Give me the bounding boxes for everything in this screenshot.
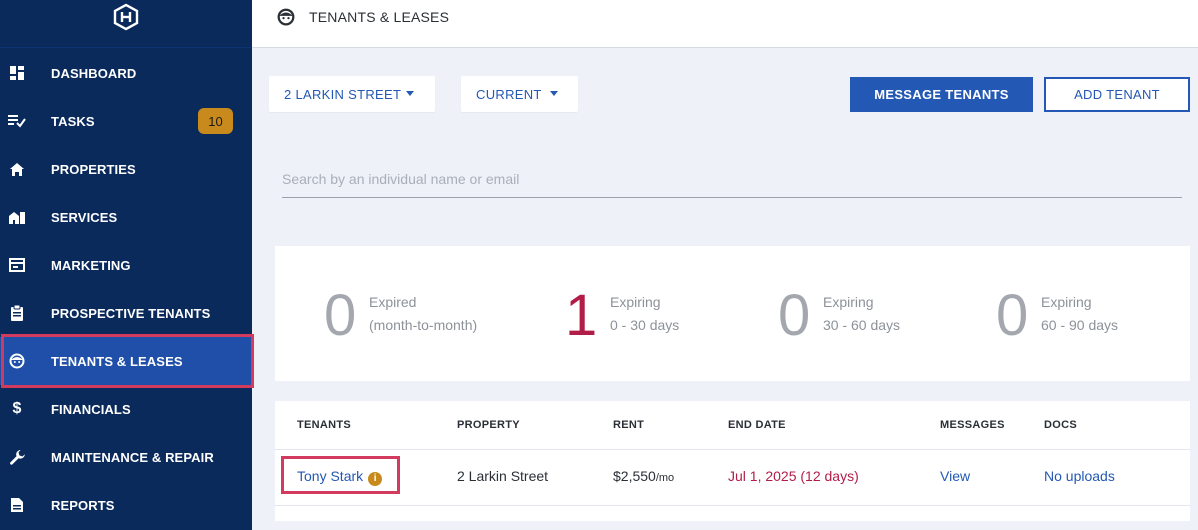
dollar-icon: $ (12, 400, 22, 417)
stat-sublabel: (month-to-month) (369, 317, 478, 333)
tasks-count-badge: 10 (198, 108, 233, 134)
add-tenant-button[interactable]: ADD TENANT (1044, 77, 1190, 112)
property-filter-dropdown[interactable]: 2 LARKIN STREET (269, 76, 435, 112)
sidebar-item-marketing[interactable]: MARKETING (0, 241, 252, 289)
message-tenants-button[interactable]: MESSAGE TENANTS (850, 77, 1033, 112)
marketing-icon (8, 256, 26, 274)
property-cell: 2 Larkin Street (457, 468, 549, 484)
chevron-down-icon (550, 91, 558, 96)
stat-label: Expiring (1041, 294, 1092, 310)
stat-sublabel: 60 - 90 days (1041, 317, 1119, 333)
sidebar-item-label: SERVICES (51, 209, 118, 225)
lease-stats-card: 0 Expired (month-to-month) 1 Expiring 0 … (275, 246, 1190, 381)
sidebar-item-maintenance-repair[interactable]: MAINTENANCE & REPAIR (0, 433, 252, 481)
dashboard-icon (8, 64, 26, 82)
view-messages-link[interactable]: View (940, 468, 970, 484)
rent-cell: $2,550/mo (613, 468, 674, 484)
divider (275, 505, 1190, 506)
stat-count: 0 (324, 283, 357, 348)
sidebar-item-properties[interactable]: PROPERTIES (0, 145, 252, 193)
column-header-property: PROPERTY (457, 419, 520, 431)
docs-link[interactable]: No uploads (1044, 468, 1115, 484)
tasks-icon (8, 112, 26, 130)
sidebar-item-label: DASHBOARD (51, 65, 137, 81)
divider (275, 449, 1190, 450)
page-header: TENANTS & LEASES (252, 0, 1198, 48)
face-icon (277, 8, 295, 31)
rent-unit: /mo (655, 472, 675, 484)
face-icon (8, 352, 26, 370)
end-date-cell: Jul 1, 2025 (12 days) (728, 468, 859, 484)
sidebar-item-label: PROPERTIES (51, 161, 136, 177)
stat-label: Expiring (823, 294, 874, 310)
sidebar-item-services[interactable]: SERVICES (0, 193, 252, 241)
column-header-docs: DOCS (1044, 419, 1077, 431)
search-input[interactable] (282, 160, 1182, 198)
status-filter-dropdown[interactable]: CURRENT (461, 76, 578, 112)
home-icon (8, 160, 26, 178)
sidebar-item-dashboard[interactable]: DASHBOARD (0, 49, 252, 97)
tenants-table: TENANTS PROPERTY RENT END DATE MESSAGES … (275, 401, 1190, 521)
stat-sublabel: 30 - 60 days (823, 317, 901, 333)
property-filter-value: 2 LARKIN STREET (284, 86, 402, 102)
clipboard-icon (8, 304, 26, 322)
sidebar-item-label: REPORTS (51, 497, 115, 513)
tenant-name-link[interactable]: Tony Stark (297, 468, 363, 484)
chevron-down-icon (406, 91, 414, 96)
info-icon[interactable]: i (368, 471, 383, 486)
sidebar-item-label: MAINTENANCE & REPAIR (51, 449, 214, 465)
sidebar-item-tasks[interactable]: TASKS 10 (0, 97, 252, 145)
house-logo-icon (113, 3, 139, 30)
wrench-icon (8, 448, 26, 466)
sidebar-item-tenants-leases[interactable]: TENANTS & LEASES (0, 337, 252, 385)
stat-label: Expired (369, 294, 417, 310)
report-icon (8, 496, 26, 514)
stat-count: 0 (996, 283, 1029, 348)
page-title: TENANTS & LEASES (309, 9, 450, 25)
stat-count: 0 (778, 283, 811, 348)
stat-count: 1 (565, 283, 598, 348)
tenant-name-cell[interactable]: Tony Stark i (297, 468, 383, 486)
sidebar-item-label: FINANCIALS (51, 401, 131, 417)
column-header-rent: RENT (613, 419, 645, 431)
sidebar-item-label: MARKETING (51, 257, 131, 273)
sidebar-item-label: TENANTS & LEASES (51, 353, 183, 369)
logo[interactable] (0, 0, 252, 48)
sidebar-item-label: TASKS (51, 113, 95, 129)
status-filter-value: CURRENT (476, 86, 542, 102)
services-icon (8, 208, 26, 226)
sidebar: DASHBOARD TASKS 10 PROPERTIES SERVICES M… (0, 0, 252, 530)
rent-amount: $2,550 (613, 468, 656, 484)
sidebar-item-reports[interactable]: REPORTS (0, 481, 252, 529)
stat-sublabel: 0 - 30 days (610, 317, 680, 333)
column-header-messages: MESSAGES (940, 419, 1005, 431)
stat-label: Expiring (610, 294, 661, 310)
column-header-end-date: END DATE (728, 419, 786, 431)
sidebar-item-label: PROSPECTIVE TENANTS (51, 305, 211, 321)
column-header-tenants: TENANTS (297, 419, 352, 431)
sidebar-item-financials[interactable]: $ FINANCIALS (0, 385, 252, 433)
sidebar-item-prospective-tenants[interactable]: PROSPECTIVE TENANTS (0, 289, 252, 337)
